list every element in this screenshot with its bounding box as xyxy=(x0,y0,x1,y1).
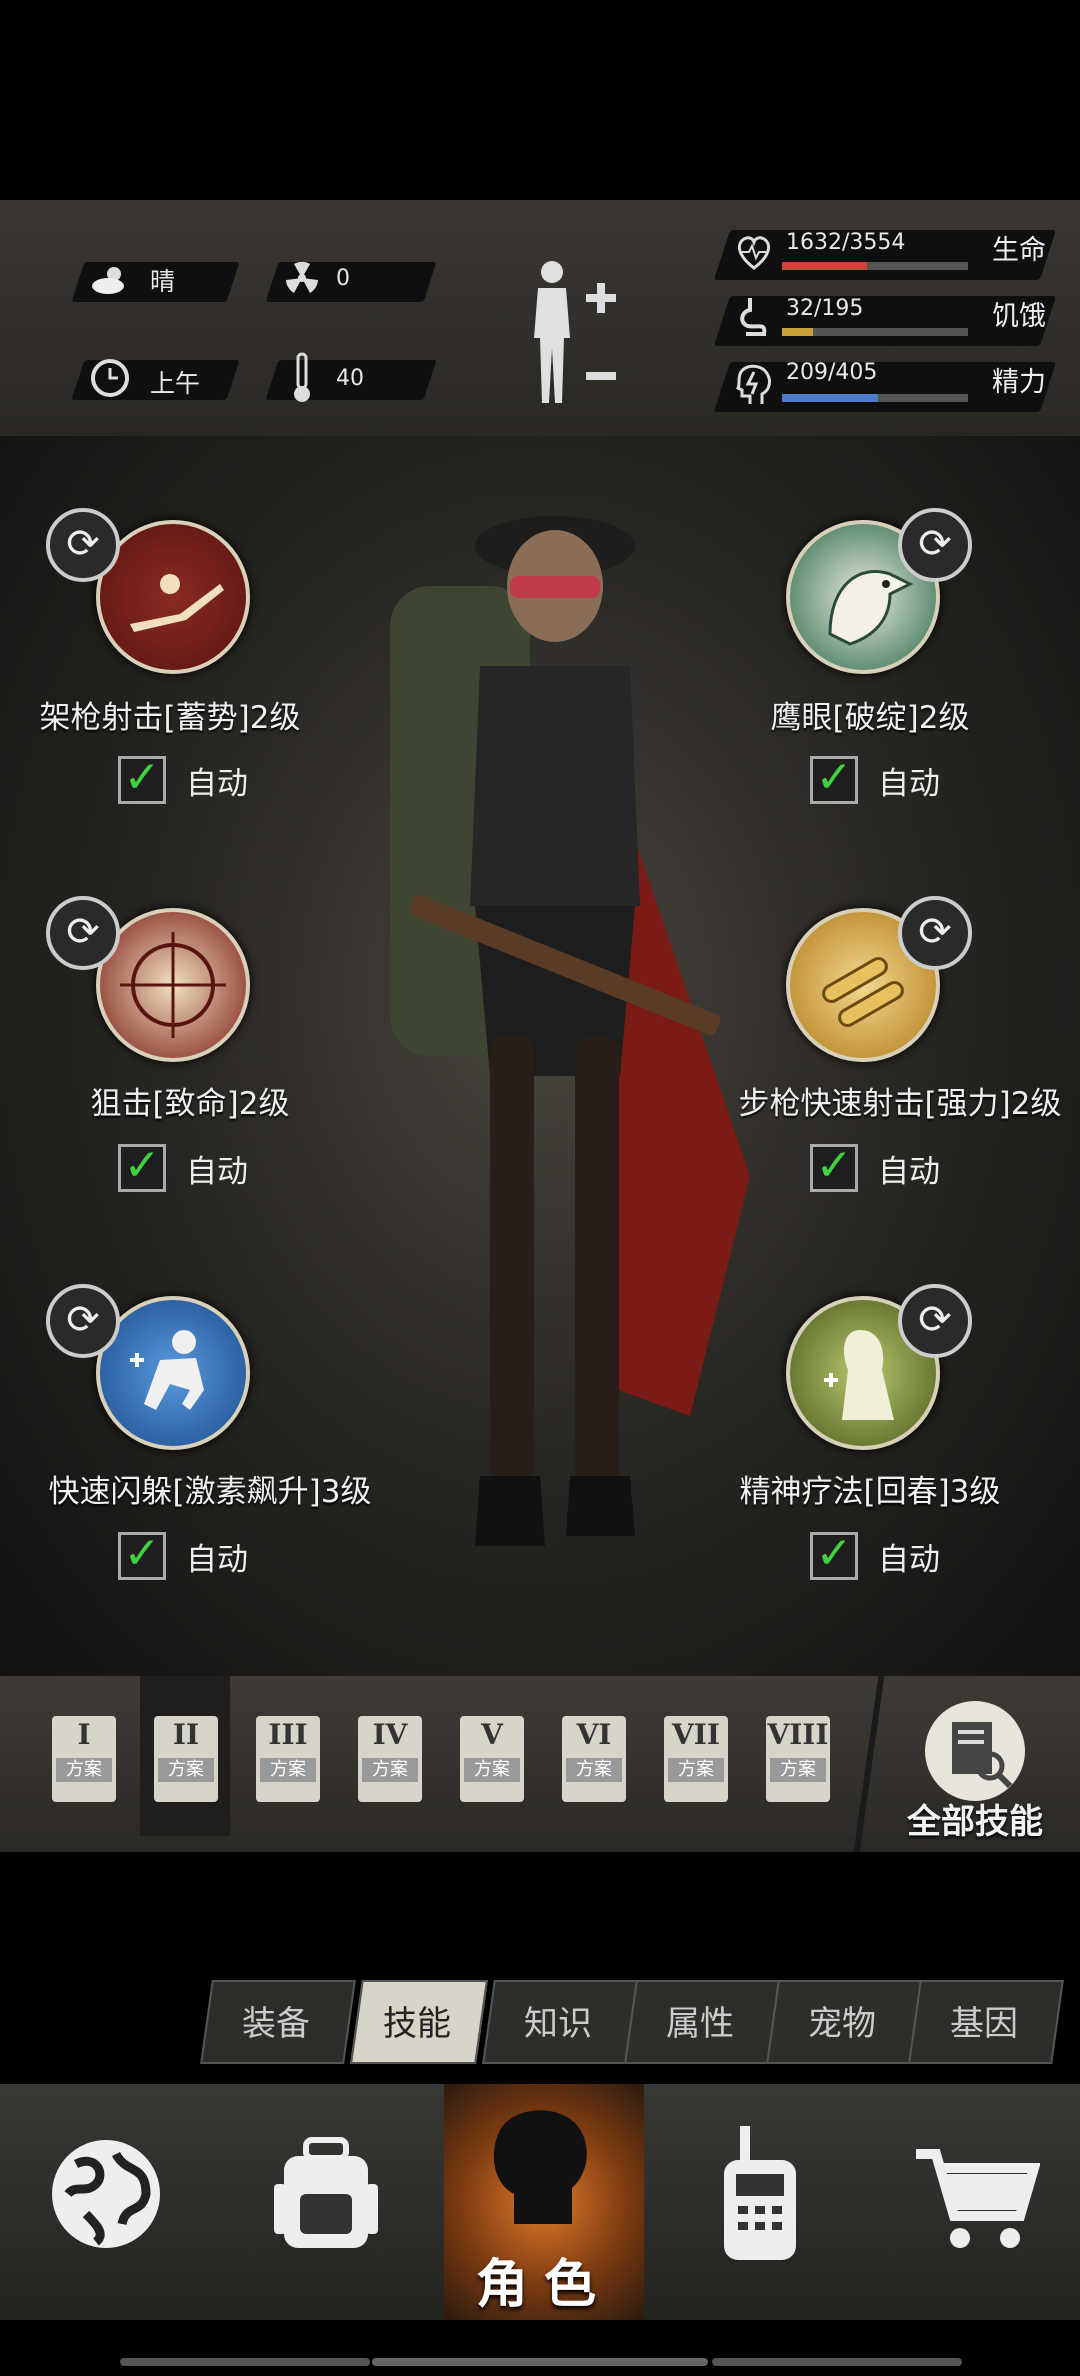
health-label: 生命 xyxy=(992,235,1046,266)
plan-button-1[interactable]: I 方案 xyxy=(52,1716,116,1802)
heart-icon xyxy=(734,230,774,274)
time-label: 上午 xyxy=(150,369,201,398)
plan-numeral: VII xyxy=(672,1718,720,1751)
walkie-talkie-icon[interactable] xyxy=(710,2124,810,2264)
tab-knowledge-label: 知识 xyxy=(524,2004,592,2044)
skill-name: 架枪射击[蓄势]2级 xyxy=(39,700,301,736)
cart-icon[interactable] xyxy=(910,2144,1041,2254)
plan-numeral: III xyxy=(268,1718,308,1751)
indicator-segment xyxy=(372,2358,708,2366)
skills-panel: ⟳ 架枪射击[蓄势]2级 ✓ 自动 ⟳ 鹰眼[破绽]2级 ✓ 自动 ⟳ 狙击[致… xyxy=(0,436,1080,1676)
plan-numeral: IV xyxy=(372,1718,408,1751)
hunger-bar-fill xyxy=(782,328,813,336)
plan-label: 方案 xyxy=(260,1758,316,1782)
plan-button-5[interactable]: V 方案 xyxy=(460,1716,524,1802)
auto-checkbox[interactable]: ✓ xyxy=(810,1532,858,1580)
plan-label: 方案 xyxy=(158,1758,214,1782)
tab-character[interactable]: 角色 xyxy=(444,2084,644,2320)
stomach-icon xyxy=(736,294,772,342)
plan-numeral: VI xyxy=(576,1718,612,1751)
energy-label: 精力 xyxy=(992,367,1046,398)
plan-label: 方案 xyxy=(566,1758,622,1782)
tab-pets-label: 宠物 xyxy=(808,2004,876,2044)
skill-name: 快速闪躲[激素飙升]3级 xyxy=(48,1474,372,1510)
weather-label: 晴 xyxy=(150,267,176,296)
head-bolt-icon xyxy=(734,360,774,408)
body-status-button[interactable] xyxy=(520,258,630,408)
swap-skill-icon[interactable]: ⟳ xyxy=(46,508,120,582)
swap-skill-icon[interactable]: ⟳ xyxy=(46,896,120,970)
plan-button-4[interactable]: IV 方案 xyxy=(358,1716,422,1802)
auto-label: 自动 xyxy=(878,1542,940,1578)
skill-name: 步枪快速射击[强力]2级 xyxy=(738,1086,1062,1122)
indicator-segment xyxy=(120,2358,370,2366)
skill-name: 鹰眼[破绽]2级 xyxy=(770,700,970,736)
plan-button-6[interactable]: VI 方案 xyxy=(562,1716,626,1802)
hunger-value: 32/195 xyxy=(786,296,864,321)
status-hud: 晴 0 上午 40 1632/3554 生命 32/195 饥饿 209/405… xyxy=(0,200,1080,439)
plan-button-2[interactable]: II 方案 xyxy=(154,1716,218,1802)
plan-button-7[interactable]: VII 方案 xyxy=(664,1716,728,1802)
auto-checkbox[interactable]: ✓ xyxy=(810,1144,858,1192)
divider xyxy=(853,1676,885,1852)
energy-bar-fill xyxy=(782,394,878,402)
radiation-icon xyxy=(280,256,324,300)
tab-skills-label: 技能 xyxy=(383,2004,451,2044)
tab-equipment-label: 装备 xyxy=(242,2004,310,2044)
hunger-label: 饥饿 xyxy=(992,301,1046,332)
temperature-value: 40 xyxy=(336,366,364,391)
tab-attributes-label: 属性 xyxy=(666,2004,734,2044)
home-indicator xyxy=(0,2350,1080,2376)
auto-label: 自动 xyxy=(186,1154,248,1190)
auto-label: 自动 xyxy=(186,766,248,802)
indicator-segment xyxy=(712,2358,962,2366)
radiation-value: 0 xyxy=(336,266,350,291)
character-portrait xyxy=(370,476,770,1606)
all-skills-button[interactable]: 全部技能 xyxy=(900,1696,1050,1846)
swap-skill-icon[interactable]: ⟳ xyxy=(898,508,972,582)
cloud-sun-icon xyxy=(88,258,132,302)
plan-label: 方案 xyxy=(362,1758,418,1782)
plan-button-3[interactable]: III 方案 xyxy=(256,1716,320,1802)
swap-skill-icon[interactable]: ⟳ xyxy=(46,1284,120,1358)
bottom-navigation: 角色 xyxy=(0,2084,1080,2320)
plan-label: 方案 xyxy=(668,1758,724,1782)
backpack-icon[interactable] xyxy=(266,2134,386,2254)
clock-icon xyxy=(88,356,132,400)
skill-name: 狙击[致命]2级 xyxy=(90,1086,290,1122)
plan-label: 方案 xyxy=(464,1758,520,1782)
skill-name: 精神疗法[回春]3级 xyxy=(739,1474,1001,1510)
plan-numeral: V xyxy=(481,1718,503,1751)
plan-button-8[interactable]: VIII 方案 xyxy=(766,1716,830,1802)
swap-skill-icon[interactable]: ⟳ xyxy=(898,896,972,970)
health-value: 1632/3554 xyxy=(786,230,906,255)
plan-label: 方案 xyxy=(56,1758,112,1782)
auto-checkbox[interactable]: ✓ xyxy=(118,756,166,804)
auto-label: 自动 xyxy=(186,1542,248,1578)
auto-checkbox[interactable]: ✓ xyxy=(118,1532,166,1580)
plan-numeral: II xyxy=(172,1718,200,1751)
thermometer-icon xyxy=(290,352,314,404)
top-black-area xyxy=(0,0,1080,200)
auto-label: 自动 xyxy=(878,766,940,802)
plan-numeral: I xyxy=(77,1718,91,1751)
all-skills-label: 全部技能 xyxy=(907,1802,1043,1842)
auto-checkbox[interactable]: ✓ xyxy=(810,756,858,804)
health-bar-fill xyxy=(782,262,867,270)
energy-value: 209/405 xyxy=(786,360,878,385)
plan-label: 方案 xyxy=(770,1758,826,1782)
plan-numeral: VIII xyxy=(767,1718,829,1751)
auto-label: 自动 xyxy=(878,1154,940,1190)
tab-genes-label: 基因 xyxy=(950,2004,1018,2044)
globe-icon[interactable] xyxy=(46,2134,166,2254)
swap-skill-icon[interactable]: ⟳ xyxy=(898,1284,972,1358)
character-tab-label: 角色 xyxy=(475,2255,612,2315)
skill-book-icon xyxy=(925,1701,1025,1801)
auto-checkbox[interactable]: ✓ xyxy=(118,1144,166,1192)
character-head-icon xyxy=(493,2110,587,2224)
